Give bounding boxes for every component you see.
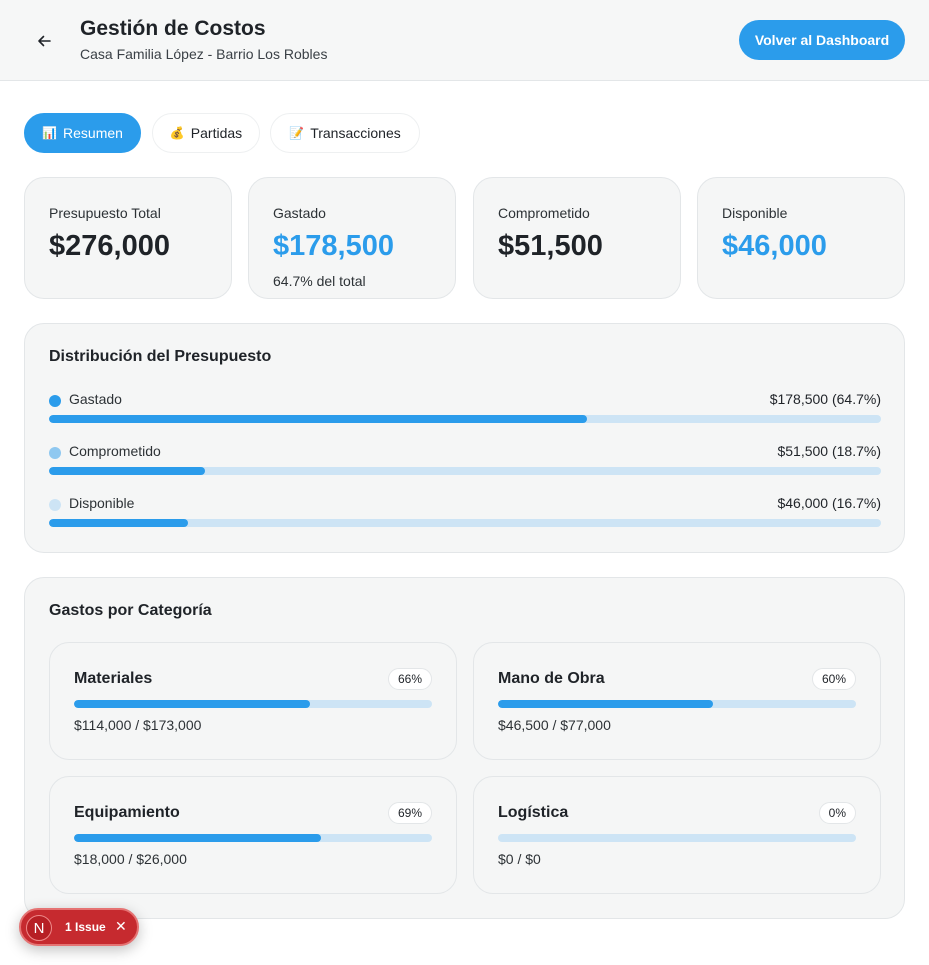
card-label: Comprometido: [498, 205, 590, 221]
tab-label: Resumen: [63, 125, 123, 141]
summary-card-total: Presupuesto Total $276,000: [24, 177, 232, 299]
category-card-materiales[interactable]: Materiales 66% $114,000 / $173,000: [49, 642, 457, 760]
category-name: Materiales: [74, 670, 153, 687]
card-value: $276,000: [49, 230, 170, 262]
progress-track: [74, 834, 432, 842]
close-icon[interactable]: ✕: [115, 918, 127, 935]
legend-dot: [49, 395, 61, 407]
memo-icon: 📝: [289, 126, 305, 140]
summary-card-available: Disponible $46,000: [697, 177, 905, 299]
progress-fill: [74, 834, 322, 842]
money-bag-icon: 💰: [169, 126, 185, 140]
summary-card-spent: Gastado $178,500 64.7% del total: [248, 177, 456, 299]
progress-fill: [49, 467, 205, 475]
category-percent-badge: 0%: [818, 802, 856, 824]
progress-track: [498, 834, 856, 842]
card-value: $178,500: [273, 230, 394, 262]
category-amount: $0 / $0: [498, 851, 541, 867]
category-percent-badge: 69%: [387, 802, 432, 824]
progress-track: [74, 700, 432, 708]
nextjs-logo-icon: N: [26, 915, 52, 941]
page-subtitle: Casa Familia López - Barrio Los Robles: [80, 46, 328, 62]
panel-title: Distribución del Presupuesto: [49, 348, 272, 365]
category-amount: $18,000 / $26,000: [74, 851, 187, 867]
category-card-mano-de-obra[interactable]: Mano de Obra 60% $46,500 / $77,000: [473, 642, 881, 760]
progress-fill: [49, 519, 188, 527]
category-amount: $114,000 / $173,000: [74, 717, 202, 733]
budget-distribution-panel: Distribución del Presupuesto Gastado $17…: [24, 323, 905, 553]
tab-label: Partidas: [190, 125, 243, 141]
category-percent-badge: 66%: [387, 668, 432, 690]
progress-track: [498, 700, 856, 708]
category-percent-badge: 60%: [811, 668, 856, 690]
category-card-equipamiento[interactable]: Equipamiento 69% $18,000 / $26,000: [49, 776, 457, 894]
progress-fill: [74, 700, 311, 708]
panel-title: Gastos por Categoría: [49, 602, 212, 619]
distribution-value: $51,500 (18.7%): [777, 443, 881, 459]
tab-resumen[interactable]: 📊 Resumen: [24, 113, 141, 153]
card-label: Disponible: [722, 205, 788, 221]
category-amount: $46,500 / $77,000: [498, 717, 611, 733]
page-title: Gestión de Costos: [80, 17, 266, 40]
category-card-logistica[interactable]: Logística 0% $0 / $0: [473, 776, 881, 894]
card-value: $51,500: [498, 230, 603, 262]
progress-track: [49, 415, 881, 423]
tab-label: Transacciones: [310, 125, 401, 141]
back-to-dashboard-button[interactable]: Volver al Dashboard: [739, 20, 905, 60]
distribution-value: $178,500 (64.7%): [769, 391, 881, 407]
distribution-row-available: Disponible $46,000 (16.7%): [49, 495, 881, 531]
arrow-left-icon: [38, 35, 51, 47]
category-name: Equipamiento: [74, 804, 180, 821]
card-label: Gastado: [273, 205, 326, 221]
card-value: $46,000: [722, 230, 827, 262]
distribution-label: Disponible: [69, 495, 135, 511]
distribution-row-committed: Comprometido $51,500 (18.7%): [49, 443, 881, 479]
distribution-row-spent: Gastado $178,500 (64.7%): [49, 391, 881, 427]
progress-fill: [49, 415, 588, 423]
distribution-value: $46,000 (16.7%): [777, 495, 881, 511]
summary-card-committed: Comprometido $51,500: [473, 177, 681, 299]
progress-track: [49, 519, 881, 527]
issue-count: 1 Issue: [65, 920, 106, 934]
legend-dot: [49, 447, 61, 459]
card-note: 64.7% del total: [273, 273, 366, 289]
category-name: Logística: [498, 804, 569, 821]
back-button[interactable]: [30, 27, 58, 55]
expenses-by-category-panel: Gastos por Categoría Materiales 66% $114…: [24, 577, 905, 919]
chart-icon: 📊: [42, 126, 58, 140]
category-name: Mano de Obra: [498, 670, 605, 687]
tab-partidas[interactable]: 💰 Partidas: [152, 113, 260, 153]
tab-transacciones[interactable]: 📝 Transacciones: [270, 113, 420, 153]
distribution-label: Comprometido: [69, 443, 161, 459]
distribution-label: Gastado: [69, 391, 122, 407]
page-header: Gestión de Costos Casa Familia López - B…: [0, 0, 929, 81]
progress-track: [49, 467, 881, 475]
legend-dot: [49, 499, 61, 511]
issue-toast[interactable]: N 1 Issue ✕: [19, 908, 139, 946]
progress-fill: [498, 700, 713, 708]
card-label: Presupuesto Total: [49, 205, 161, 221]
